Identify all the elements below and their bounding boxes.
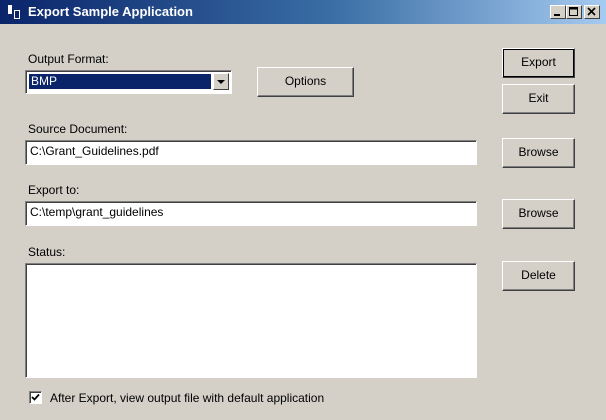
minimize-icon [554, 14, 560, 16]
window-title: Export Sample Application [28, 4, 193, 19]
browse-source-button[interactable]: Browse [502, 138, 575, 168]
browse-export-button[interactable]: Browse [502, 199, 575, 229]
status-textarea[interactable] [25, 263, 477, 378]
maximize-button[interactable] [566, 5, 582, 19]
output-format-selected: BMP [29, 74, 211, 89]
close-button[interactable] [584, 5, 600, 19]
export-sample-window: Export Sample Application Output Format:… [0, 0, 606, 420]
chevron-down-icon [217, 80, 225, 84]
delete-button[interactable]: Delete [502, 261, 575, 291]
view-after-export-label: After Export, view output file with defa… [50, 391, 325, 405]
exit-button[interactable]: Exit [502, 84, 575, 114]
status-label: Status: [28, 245, 66, 259]
maximize-icon [569, 7, 578, 16]
close-icon [587, 7, 596, 16]
output-format-label: Output Format: [28, 52, 109, 66]
title-bar[interactable]: Export Sample Application [0, 0, 606, 24]
checkmark-icon [31, 393, 40, 401]
export-button[interactable]: Export [502, 48, 575, 78]
app-icon [8, 5, 20, 19]
view-after-export-checkbox[interactable] [29, 391, 42, 404]
export-to-input[interactable]: C:\temp\grant_guidelines [25, 201, 477, 226]
options-button[interactable]: Options [257, 67, 354, 97]
source-document-label: Source Document: [28, 122, 128, 136]
minimize-button[interactable] [550, 5, 566, 19]
export-to-label: Export to: [28, 183, 80, 197]
source-document-input[interactable]: C:\Grant_Guidelines.pdf [25, 140, 477, 165]
output-format-combobox[interactable]: BMP [25, 70, 232, 94]
combobox-dropdown-button[interactable] [213, 73, 229, 90]
